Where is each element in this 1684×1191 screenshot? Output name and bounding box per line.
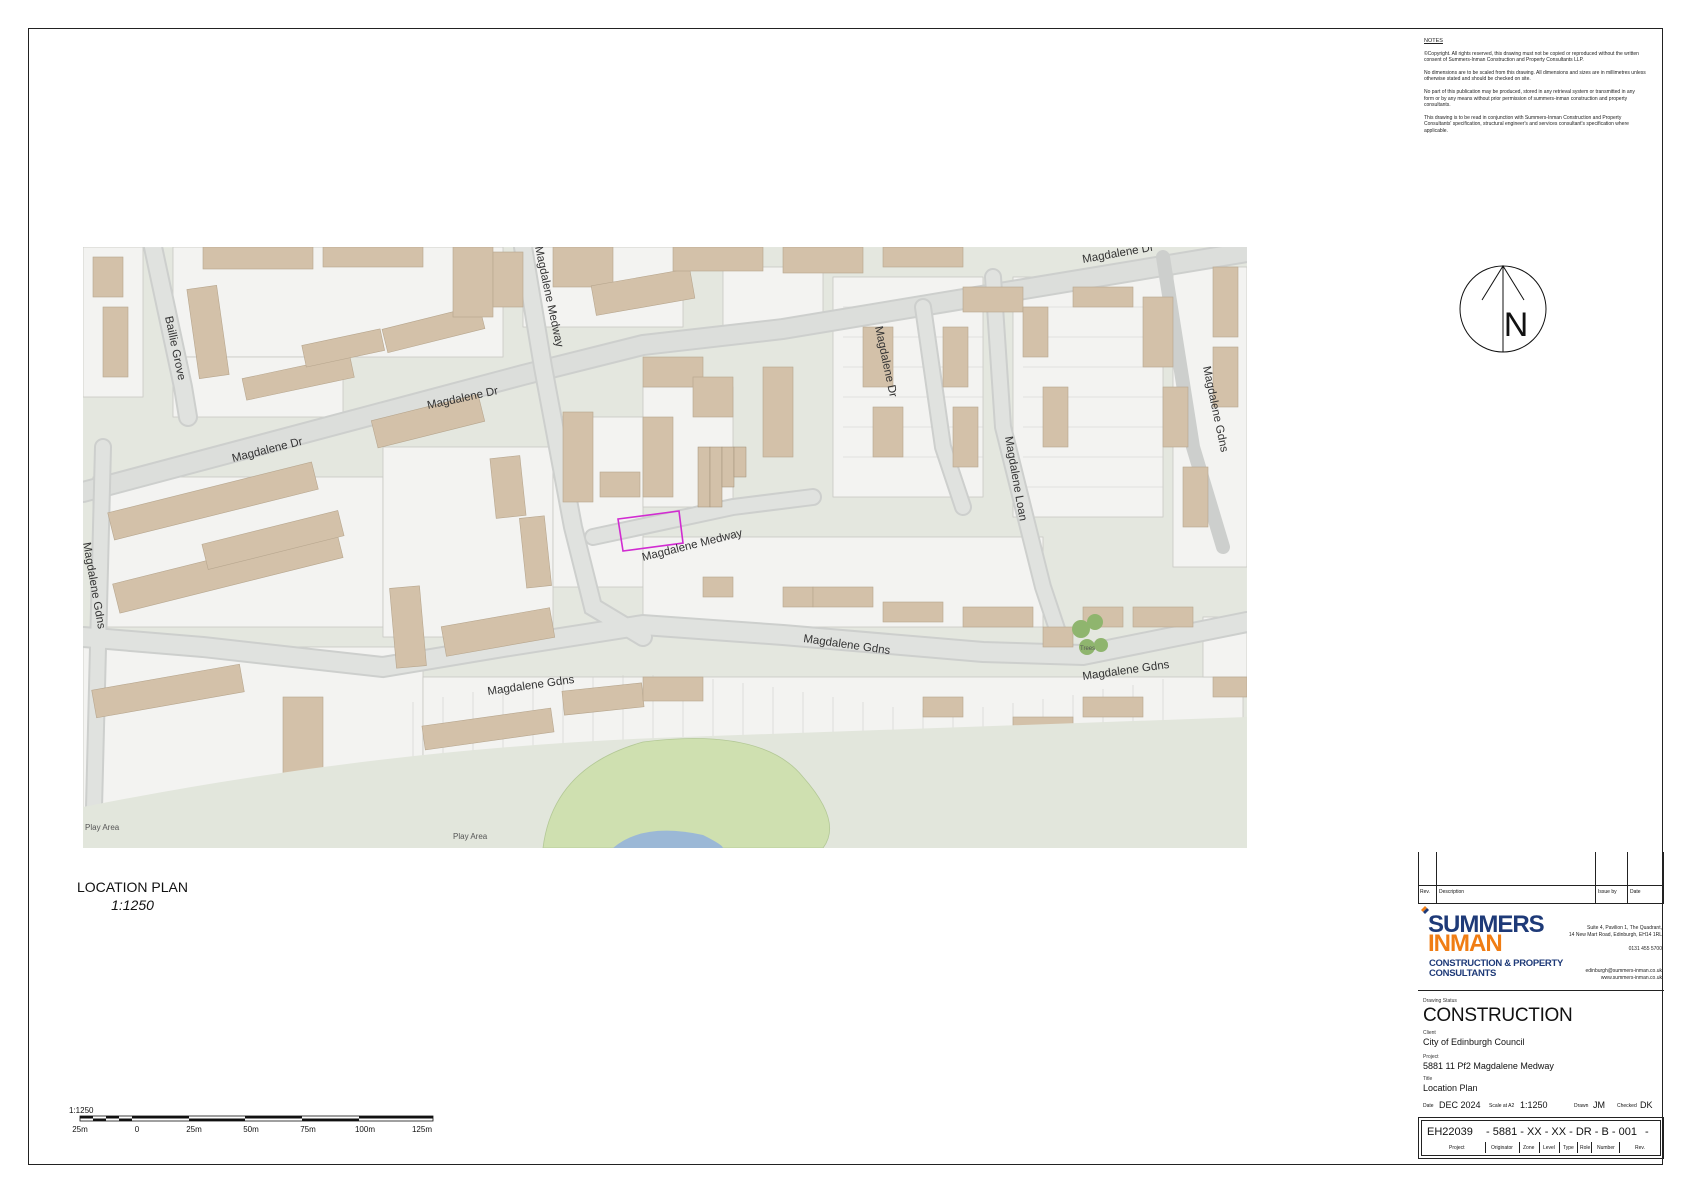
notes-panel: NOTES ©Copyright. All rights reserved, t…	[1424, 38, 1646, 141]
area-label: Play Area	[85, 823, 120, 832]
address-line2: 14 New Mart Road, Edinburgh, EH14 1RL	[1568, 931, 1662, 938]
project-value: 5881 11 Pf2 Magdalene Medway	[1423, 1061, 1554, 1071]
note-item: No part of this publication may be produ…	[1424, 88, 1635, 109]
scale-tick: 0	[135, 1125, 140, 1134]
scale-label: Scale at A2	[1489, 1103, 1515, 1109]
checked-value: DK	[1640, 1100, 1653, 1110]
revision-table: Rev. Description Issue by Date	[1418, 852, 1664, 904]
client-label: Client	[1423, 1030, 1436, 1036]
checked-label: Checked	[1617, 1103, 1637, 1109]
drawing-status: CONSTRUCTION	[1423, 1005, 1573, 1026]
area-label: Play Area	[453, 832, 488, 841]
code-label: Zone	[1523, 1145, 1535, 1151]
code-label: Originator	[1491, 1145, 1513, 1151]
title-value: Location Plan	[1423, 1083, 1478, 1093]
drawing-number-box: EH22039 - 5881 - XX - XX - DR - B - 001 …	[1418, 1117, 1664, 1159]
title-label: Title	[1423, 1076, 1433, 1082]
project-label: Project	[1423, 1054, 1439, 1060]
date-label: Date	[1423, 1103, 1434, 1109]
company-contact: edinburgh@summers-inman.co.uk www.summer…	[1542, 968, 1663, 981]
issue-by-header: Issue by	[1598, 889, 1617, 895]
rev-header: Rev.	[1420, 889, 1430, 895]
location-map: Magdalene Dr Magdalene Dr Magdalene Dr M…	[83, 247, 1247, 848]
note-item: ©Copyright. All rights reserved, this dr…	[1424, 50, 1639, 64]
scale-tick: 50m	[243, 1125, 259, 1134]
scale-tick: 125m	[412, 1125, 432, 1134]
revision-code: -	[1645, 1126, 1649, 1138]
company-address: Suite 4, Pavilion 1, The Quadrant, 14 Ne…	[1552, 925, 1662, 938]
description-header: Description	[1439, 889, 1465, 895]
company-phone: 0131 455 5700	[1628, 946, 1662, 952]
scale-tick: 75m	[300, 1125, 316, 1134]
north-letter: N	[1504, 306, 1529, 344]
code-label: Level	[1543, 1145, 1555, 1151]
company-logo-block: SUMMERS INMAN CONSTRUCTION & PROPERTY CO…	[1418, 904, 1664, 991]
location-plan-scale: 1:1250	[111, 897, 154, 913]
code-label: Project	[1449, 1145, 1465, 1151]
title-block: Rev. Description Issue by Date SUMMERS I…	[1418, 852, 1664, 1163]
drawing-code: - 5881 - XX - XX - DR - B - 001	[1486, 1126, 1637, 1138]
scale-tick: 25m	[186, 1125, 202, 1134]
code-label: Type	[1563, 1145, 1574, 1151]
note-item: No dimensions are to be scaled from this…	[1424, 69, 1646, 83]
drawing-status-label: Drawing Status	[1423, 998, 1457, 1004]
company-website: www.summers-inman.co.uk	[1600, 974, 1662, 981]
project-code: EH22039	[1427, 1126, 1473, 1138]
client-value: City of Edinburgh Council	[1423, 1037, 1525, 1047]
location-plan-title: LOCATION PLAN	[77, 879, 188, 895]
date-header: Date	[1630, 889, 1641, 895]
scale-bar: 25m 0 25m 50m 75m 100m 125m	[72, 1115, 434, 1134]
code-label: Rev.	[1635, 1145, 1645, 1151]
note-item: This drawing is to be read in conjunctio…	[1424, 114, 1629, 134]
scale-value: 1:1250	[1520, 1100, 1548, 1110]
drawn-label: Drawn	[1574, 1103, 1589, 1109]
date-value: DEC 2024	[1439, 1100, 1481, 1110]
scale-tick: 100m	[355, 1125, 375, 1134]
meta-row: Date DEC 2024 Scale at A2 1:1250 Drawn J…	[1418, 1100, 1664, 1114]
scale-tick: 25m	[72, 1125, 88, 1134]
code-label: Number	[1597, 1145, 1615, 1151]
map-canvas: Magdalene Dr Magdalene Dr Magdalene Dr M…	[83, 247, 1247, 848]
code-label: Role	[1580, 1145, 1591, 1151]
area-label: Trees	[1080, 646, 1095, 652]
north-arrow-icon: N	[1459, 265, 1547, 353]
company-name-line2: INMAN	[1428, 930, 1503, 957]
notes-heading: NOTES	[1424, 38, 1443, 44]
drawn-value: JM	[1593, 1100, 1605, 1110]
